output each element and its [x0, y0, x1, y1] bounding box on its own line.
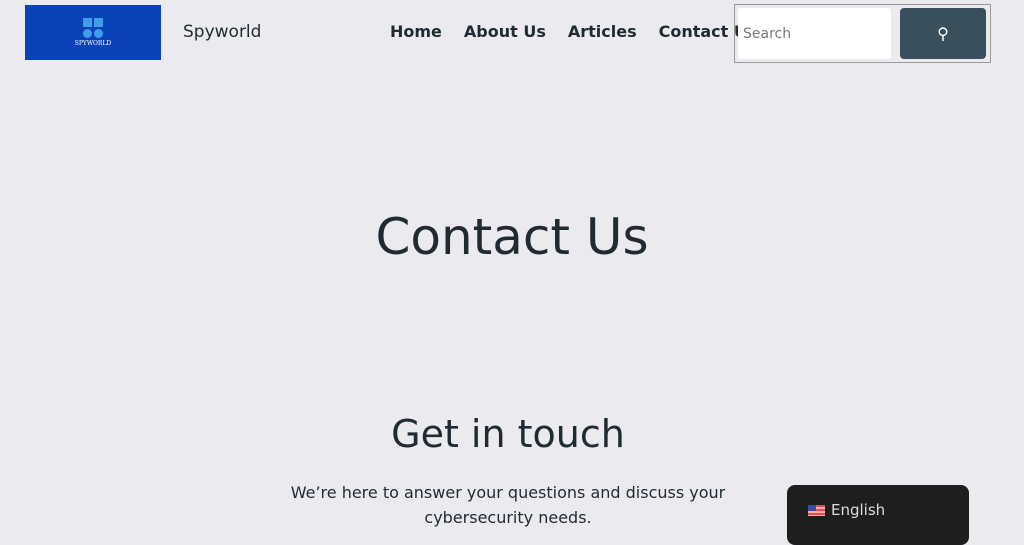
main-nav: Home About Us Articles Contact Us — [390, 22, 756, 41]
us-flag-icon — [808, 505, 825, 516]
nav-home[interactable]: Home — [390, 22, 442, 41]
search-form: ⚲ — [734, 4, 991, 63]
site-logo[interactable]: SPYWORLD — [25, 5, 161, 60]
section-title: Get in touch — [391, 412, 625, 456]
page-title: Contact Us — [375, 208, 649, 266]
logo-mark-icon — [83, 18, 103, 38]
search-button[interactable]: ⚲ — [900, 8, 986, 59]
nav-about-us[interactable]: About Us — [464, 22, 546, 41]
language-switcher[interactable]: English — [787, 485, 969, 545]
nav-articles[interactable]: Articles — [568, 22, 637, 41]
logo-text: SPYWORLD — [74, 40, 112, 47]
search-icon: ⚲ — [937, 25, 949, 43]
site-title[interactable]: Spyworld — [183, 22, 261, 42]
language-label: English — [831, 501, 886, 519]
lead-text: We’re here to answer your questions and … — [290, 483, 726, 527]
search-input[interactable] — [738, 8, 891, 59]
